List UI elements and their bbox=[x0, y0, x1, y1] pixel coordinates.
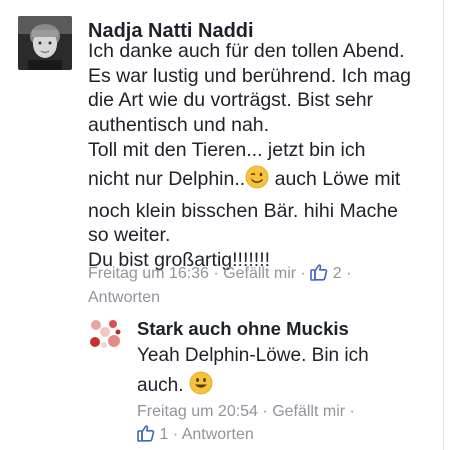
thumbs-up-icon[interactable] bbox=[137, 424, 155, 449]
like-link[interactable]: Gefällt mir bbox=[223, 265, 296, 282]
scroll-edge bbox=[443, 0, 444, 450]
comment-line: Es war lustig und berührend. Ich mag bbox=[88, 64, 412, 87]
separator: · bbox=[300, 265, 306, 282]
comment-line: Toll mit den Tieren... jetzt bin ich bbox=[88, 138, 366, 161]
comment-line: Yeah Delphin-Löwe. Bin ich bbox=[137, 345, 369, 366]
comment-author[interactable]: Stark auch ohne Muckis bbox=[137, 317, 349, 341]
separator: · bbox=[213, 265, 219, 282]
separator: · bbox=[346, 265, 352, 282]
reply-link[interactable]: Antworten bbox=[88, 289, 160, 306]
comment-text: Ich danke auch für den tollen Abend. Es … bbox=[88, 39, 411, 273]
comment-meta: Freitag um 20:54 · Gefällt mir · 1 · Ant… bbox=[137, 400, 355, 449]
comment-meta: Freitag um 16:36 · Gefällt mir · 2 · Ant… bbox=[88, 263, 351, 308]
comment-line: die Art wie du vorträgst. Bist sehr bbox=[88, 89, 374, 112]
comment-line: noch klein bisschen Bär. hihi Mache bbox=[88, 199, 399, 222]
separator: · bbox=[262, 403, 268, 420]
like-count: 2 bbox=[332, 265, 342, 282]
wink-emoji-icon bbox=[245, 165, 269, 199]
comment-line: so weiter. bbox=[88, 224, 171, 247]
like-link[interactable]: Gefällt mir bbox=[272, 403, 345, 420]
separator: · bbox=[349, 403, 355, 420]
separator: · bbox=[172, 426, 179, 443]
comment-timestamp[interactable]: Freitag um 20:54 bbox=[137, 403, 258, 420]
like-count: 1 bbox=[159, 426, 169, 443]
comment-line-part: auch Löwe mit bbox=[274, 167, 401, 190]
page-logo bbox=[88, 317, 122, 351]
comment-line: nicht nur Delphin.. auch Löwe mit bbox=[88, 163, 411, 199]
reply-link[interactable]: Antworten bbox=[182, 426, 254, 443]
thumbs-up-icon[interactable] bbox=[310, 263, 328, 287]
comment-line-part: auch. bbox=[137, 375, 184, 396]
comment-line: authentisch und nah. bbox=[88, 114, 270, 137]
avatar[interactable] bbox=[88, 317, 122, 351]
comment-line-part: nicht nur Delphin.. bbox=[88, 167, 246, 190]
comment-timestamp[interactable]: Freitag um 16:36 bbox=[88, 265, 209, 282]
profile-photo bbox=[18, 16, 72, 70]
comment-line: Ich danke auch für den tollen Abend. bbox=[88, 40, 405, 62]
avatar[interactable] bbox=[18, 16, 72, 70]
comment-text: Yeah Delphin-Löwe. Bin ich auch. bbox=[137, 341, 369, 405]
